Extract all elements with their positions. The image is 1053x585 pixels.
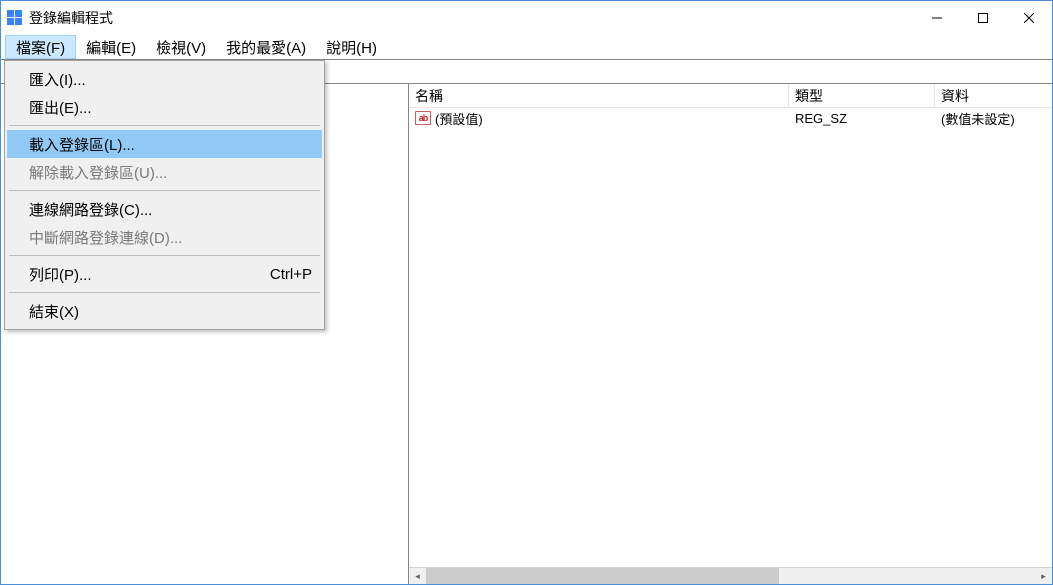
scroll-thumb[interactable]: [426, 568, 779, 584]
menu-load-hive[interactable]: 載入登錄區(L)...: [7, 130, 322, 158]
value-name: (預設值): [435, 109, 483, 128]
menu-item-label: 匯入(I)...: [29, 69, 312, 90]
scroll-left-button[interactable]: ◂: [409, 568, 426, 584]
menu-separator: [9, 255, 320, 256]
menu-connect-network[interactable]: 連線網路登錄(C)...: [7, 195, 322, 223]
app-icon: [7, 10, 23, 26]
cell-name: ab (預設值): [409, 109, 789, 128]
menu-disconnect-network: 中斷網路登錄連線(D)...: [7, 223, 322, 251]
menu-edit[interactable]: 編輯(E): [76, 35, 146, 59]
list-header: 名稱 類型 資料: [409, 84, 1052, 108]
close-button[interactable]: [1006, 1, 1052, 35]
menu-item-label: 連線網路登錄(C)...: [29, 199, 312, 220]
column-data[interactable]: 資料: [935, 84, 1052, 107]
string-value-icon: ab: [415, 111, 431, 125]
list-body[interactable]: ab (預設值) REG_SZ (數值未設定): [409, 108, 1052, 567]
menu-item-label: 匯出(E)...: [29, 97, 312, 118]
maximize-button[interactable]: [960, 1, 1006, 35]
menu-item-label: 中斷網路登錄連線(D)...: [29, 227, 312, 248]
menu-print[interactable]: 列印(P)... Ctrl+P: [7, 260, 322, 288]
menu-exit[interactable]: 結束(X): [7, 297, 322, 325]
scroll-right-button[interactable]: ▸: [1035, 568, 1052, 584]
file-menu-dropdown: 匯入(I)... 匯出(E)... 載入登錄區(L)... 解除載入登錄區(U)…: [4, 60, 325, 330]
menu-item-label: 結束(X): [29, 301, 312, 322]
menu-item-label: 解除載入登錄區(U)...: [29, 162, 312, 183]
menu-export[interactable]: 匯出(E)...: [7, 93, 322, 121]
registry-list-pane: 名稱 類型 資料 ab (預設值) REG_SZ (數值未設定) ◂ ▸: [409, 84, 1052, 584]
cell-data: (數值未設定): [935, 109, 1052, 128]
menu-separator: [9, 125, 320, 126]
menu-favorites[interactable]: 我的最愛(A): [216, 35, 316, 59]
menubar: 檔案(F) 編輯(E) 檢視(V) 我的最愛(A) 說明(H): [1, 35, 1052, 60]
list-row[interactable]: ab (預設值) REG_SZ (數值未設定): [409, 108, 1052, 128]
menu-item-label: 載入登錄區(L)...: [29, 134, 312, 155]
menu-file[interactable]: 檔案(F): [5, 35, 76, 59]
menu-unload-hive: 解除載入登錄區(U)...: [7, 158, 322, 186]
scroll-track[interactable]: [426, 568, 1035, 584]
window-controls: [914, 1, 1052, 35]
menu-import[interactable]: 匯入(I)...: [7, 65, 322, 93]
cell-type: REG_SZ: [789, 111, 935, 126]
menu-view[interactable]: 檢視(V): [146, 35, 216, 59]
column-name[interactable]: 名稱: [409, 84, 789, 107]
menu-item-label: 列印(P)...: [29, 264, 270, 285]
minimize-button[interactable]: [914, 1, 960, 35]
column-type[interactable]: 類型: [789, 84, 935, 107]
window-title: 登錄編輯程式: [29, 8, 914, 28]
menu-separator: [9, 190, 320, 191]
horizontal-scrollbar[interactable]: ◂ ▸: [409, 567, 1052, 584]
menu-help[interactable]: 說明(H): [316, 35, 387, 59]
menu-shortcut: Ctrl+P: [270, 266, 312, 283]
titlebar: 登錄編輯程式: [1, 1, 1052, 35]
menu-separator: [9, 292, 320, 293]
